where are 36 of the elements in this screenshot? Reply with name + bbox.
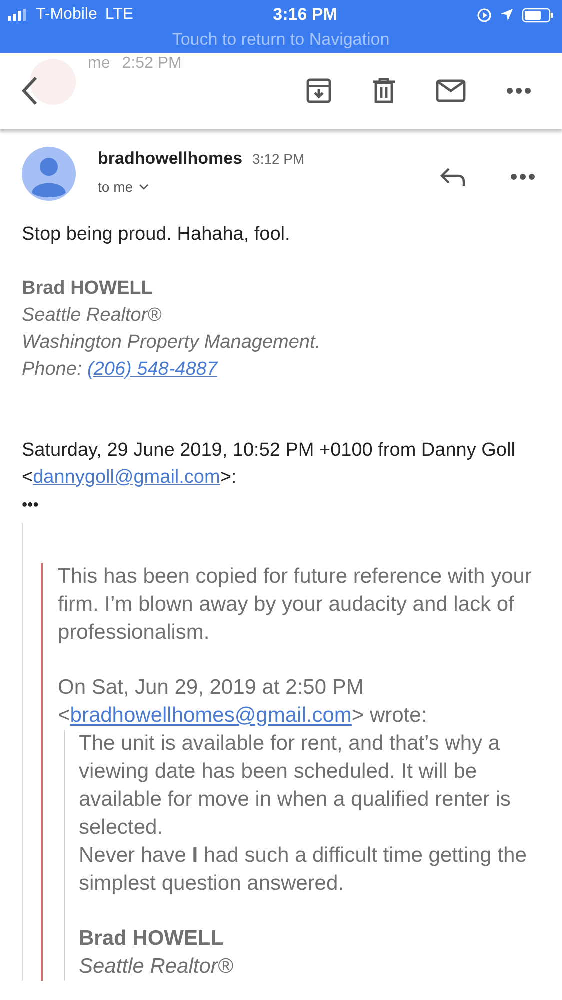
quoted-body: This has been copied for future reference with your firm. I’m blown away by your audacity and lack of professionalism. — [58, 564, 533, 646]
quote-header: Saturday, 29 June 2019, 10:52 PM +0100 from Danny Goll <dannygoll@gmail.com>: — [22, 439, 516, 490]
reply-icon — [440, 167, 466, 187]
more-icon — [510, 173, 536, 181]
signature-name: Brad HOWELL — [22, 277, 154, 301]
signal-icon — [8, 9, 28, 21]
quoted-paragraph: Never have I had such a difficult time getting the simplest question answered. — [79, 843, 528, 897]
collapsed-sender: me — [88, 55, 110, 73]
return-banner[interactable]: Touch to return to Navigation — [0, 30, 562, 50]
quote-attribution-email: <bradhowellhomes@gmail.com> wrote: — [58, 703, 428, 729]
sender-name: bradhowellhomes — [98, 149, 243, 169]
signature-title: Seattle Realtor® — [22, 304, 163, 328]
battery-icon — [522, 8, 554, 22]
email-link[interactable]: bradhowellhomes@gmail.com — [70, 704, 352, 727]
show-quoted-button[interactable]: ••• — [22, 497, 39, 515]
recipient-toggle[interactable]: to me — [98, 179, 414, 195]
signature-title: Seattle Realtor® — [79, 954, 234, 980]
message-body: Stop being proud. Hahaha, fool. — [22, 223, 292, 247]
phone-link[interactable]: (206) 548-4887 — [88, 359, 218, 380]
chevron-down-icon — [139, 184, 150, 190]
quoted-paragraph: The unit is available for rent, and that’s why a viewing date has been scheduled. It will be available for move in when a qualified renter is selected. — [79, 731, 512, 841]
more-icon — [506, 87, 532, 95]
signature-phone: Phone: (206) 548-4887 — [22, 358, 219, 382]
quote-attribution: On Sat, Jun 29, 2019 at 2:50 PM — [58, 675, 365, 701]
signature-company: Washington Property Management. — [22, 331, 322, 355]
location-icon — [500, 8, 514, 22]
message-time: 3:12 PM — [252, 151, 305, 167]
collapsed-time: 2:52 PM — [122, 55, 182, 73]
network-type: LTE — [105, 6, 134, 24]
avatar — [22, 147, 76, 201]
avatar — [30, 59, 76, 105]
email-link[interactable]: dannygoll@gmail.com — [33, 467, 220, 488]
signature-name: Brad HOWELL — [79, 926, 225, 952]
carrier-name: T-Mobile — [36, 6, 98, 24]
clock: 3:16 PM — [273, 5, 338, 25]
rotation-lock-icon — [476, 8, 492, 22]
